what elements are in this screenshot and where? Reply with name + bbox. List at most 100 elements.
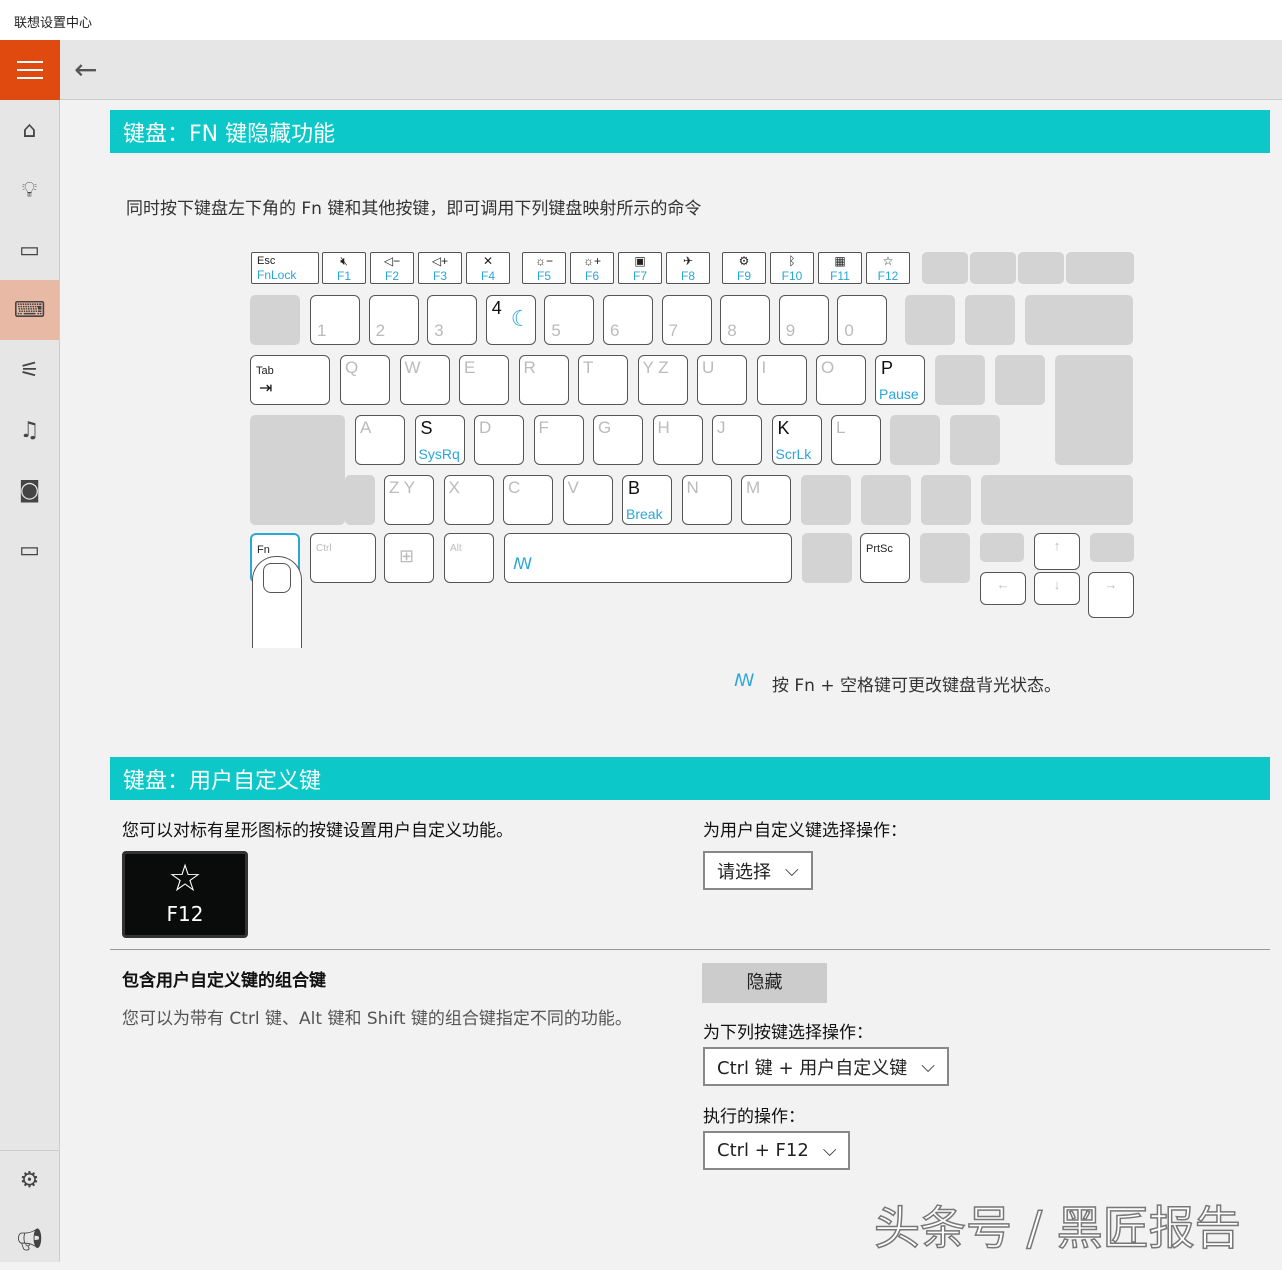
key-a: A [355,415,405,465]
key-label: U [702,358,714,401]
megaphone-icon[interactable]: 📢︎ [0,1210,59,1270]
key-label: F12 [867,269,909,283]
key-label: Ctrl [316,543,332,554]
key-blank [1025,295,1133,345]
key-blank [922,252,968,284]
back-arrow-icon[interactable]: ← [74,52,108,88]
function-icon: ◁+ [419,254,461,268]
key-d: D [474,415,524,465]
chevron-down-icon: ⌵ [785,860,799,881]
function-icon: 🔇︎ [323,254,365,269]
keyboard-mouse-icon[interactable]: ⌨ [0,280,59,340]
key-esc: EscFnLock [251,252,319,284]
key-prtsc: PrtSc [860,533,910,583]
title-bar: 联想设置中心 [0,0,1282,40]
key-label: Y Z [643,358,669,401]
key-label: F [539,418,549,461]
key-label: F2 [371,269,413,283]
key-label: F8 [667,269,709,283]
finger-illustration [252,556,302,648]
function-icon: ◁− [371,254,413,268]
windows-icon: ⊞ [399,546,414,567]
hamburger-menu-button[interactable] [0,40,60,100]
key-w: W [400,355,450,405]
battery-icon[interactable]: ▭ [0,220,59,280]
key-label: G [598,418,611,461]
key-s: S SysRq [415,415,465,465]
key-label: 8 [727,321,736,341]
key-label: 1 [317,321,326,341]
key-f9: ⚙F9 [722,252,766,284]
function-icon: ☆ [867,254,909,268]
key-label: N [687,478,699,521]
key-7: 7 [662,295,712,345]
dropdown-value: Ctrl 键 + 用户自定义键 [717,1054,907,1080]
key-label: X [449,478,460,521]
chevron-down-icon: ⌵ [823,1140,837,1161]
key-f5: ☼−F5 [522,252,566,284]
backlight-icon: ꟿ [513,554,532,580]
key-label: SysRq [419,446,460,462]
key-label: R [524,358,536,401]
key-0: 0 [837,295,887,345]
key-blank [1018,252,1064,284]
function-icon: ᛒ [771,254,813,268]
tab-arrow-icon: ⇥ [259,378,272,398]
key-label: 5 [551,321,560,341]
action-value-dropdown[interactable]: Ctrl + F12⌵ [703,1131,850,1170]
toolbar [60,40,1282,100]
media-icon[interactable]: ♫ [0,400,59,460]
key-label: S [421,418,433,439]
key-blank [920,533,970,583]
network-icon[interactable]: ⚟ [0,340,59,400]
key-blank [1066,252,1134,284]
function-icon: ✈ [667,254,709,268]
camera-icon[interactable]: ◙ [0,460,59,520]
key-label: 0 [844,321,853,341]
moon-icon: ☾ [511,306,531,342]
key-label: P [881,358,893,379]
lightbulb-icon[interactable]: 💡︎ [0,160,59,220]
key-label: T [583,358,593,401]
key-label: V [568,478,579,521]
key-v: V [563,475,613,525]
function-icon: ☼− [523,254,565,268]
key-blank [950,415,1000,465]
home-icon[interactable]: ⌂ [0,100,59,160]
key-caps-shift [250,415,345,525]
key-label: Z Y [389,478,415,521]
key-label: ScrLk [776,446,812,462]
key-t: T [578,355,628,405]
display-icon[interactable]: ▭ [0,520,59,580]
gear-icon[interactable]: ⚙ [0,1150,59,1210]
key-label: F3 [419,269,461,283]
key-label: F9 [723,269,765,283]
key-blank [981,475,1133,525]
key-label: 4 [492,298,502,319]
key-label: 2 [376,321,385,341]
function-icon: ▣ [619,254,661,268]
key-8: 8 [720,295,770,345]
arrow-down-icon: ↓ [1035,577,1079,601]
combo-description: 您可以为带有 Ctrl 键、Alt 键和 Shift 键的组合键指定不同的功能。 [122,1004,632,1029]
key-label: F12 [125,902,245,926]
key-i: I [757,355,807,405]
key-f4: ✕F4 [466,252,510,284]
app-title: 联想设置中心 [14,16,92,31]
key-label: F10 [771,269,813,283]
action-dropdown[interactable]: 请选择⌵ [703,851,813,890]
keys-dropdown[interactable]: Ctrl 键 + 用户自定义键⌵ [703,1047,949,1086]
key-ctrl: Ctrl [310,533,376,583]
key-h: H [653,415,703,465]
key-l: L [831,415,881,465]
key-label: A [360,418,371,461]
function-icon: ⚙ [723,254,765,268]
key-f8: ✈F8 [666,252,710,284]
key-arrow-down: ↓ [1034,572,1080,605]
hide-button[interactable]: 隐藏 [702,963,827,1003]
key-label: K [778,418,790,439]
star-icon: ☆ [125,854,245,902]
fn-description: 同时按下键盘左下角的 Fn 键和其他按键，即可调用下列键盘映射所示的命令 [126,194,701,219]
key-4: 4☾ [486,295,536,345]
key-label: Tab [256,365,274,377]
